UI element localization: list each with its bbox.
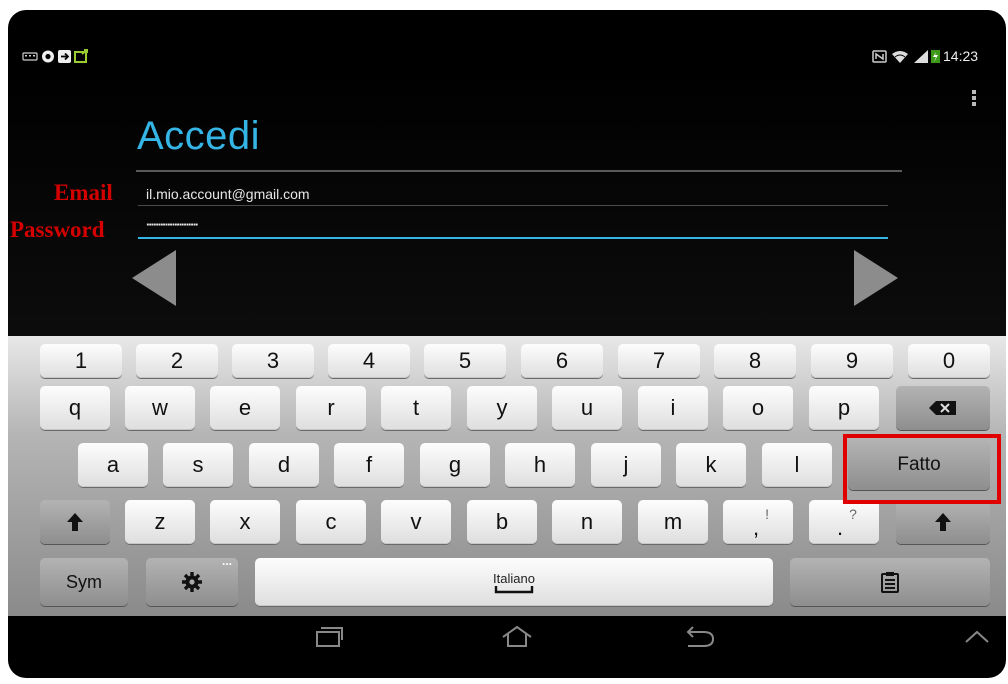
key-9[interactable]: 9 (811, 344, 893, 378)
email-field[interactable]: il.mio.account@gmail.com (146, 186, 310, 202)
back-icon[interactable] (682, 626, 716, 648)
backspace-key[interactable] (896, 386, 990, 430)
wifi-icon (892, 51, 908, 63)
title-divider (136, 170, 902, 172)
key-7[interactable]: 7 (618, 344, 700, 378)
key-w[interactable]: w (125, 386, 195, 430)
overflow-menu-icon[interactable] (970, 88, 978, 108)
prev-arrow-icon[interactable] (130, 248, 178, 308)
shift-right-key[interactable] (896, 500, 990, 544)
sync-notification-icon (58, 50, 71, 63)
clock: 14:23 (943, 48, 979, 64)
signal-icon (914, 50, 928, 63)
key-6[interactable]: 6 (521, 344, 603, 378)
password-field[interactable]: ······················ (146, 217, 199, 232)
key-comma-alt: ! (765, 506, 769, 522)
key-1[interactable]: 1 (40, 344, 122, 378)
key-g[interactable]: g (420, 443, 490, 487)
page-title: Accedi (137, 114, 261, 158)
key-m[interactable]: m (638, 500, 708, 544)
screen-share-notification-icon (74, 49, 88, 63)
space-key[interactable]: Italiano (255, 558, 773, 606)
status-bar: 14:23 (8, 44, 1006, 68)
sym-key[interactable]: Sym (40, 558, 128, 606)
backspace-icon (929, 401, 956, 415)
settings-key[interactable]: ... (146, 554, 238, 606)
eye-notification-icon (42, 50, 54, 63)
home-icon[interactable] (500, 624, 534, 650)
battery-icon (931, 50, 940, 63)
key-period[interactable]: . ? (809, 500, 879, 544)
key-o[interactable]: o (723, 386, 793, 430)
key-e[interactable]: e (210, 386, 280, 430)
clipboard-key[interactable] (790, 558, 990, 606)
key-r[interactable]: r (296, 386, 366, 430)
key-v[interactable]: v (381, 500, 451, 544)
key-i[interactable]: i (638, 386, 708, 430)
key-8[interactable]: 8 (714, 344, 796, 378)
key-h[interactable]: h (505, 443, 575, 487)
key-b[interactable]: b (467, 500, 537, 544)
space-bar-icon (494, 585, 534, 593)
clipboard-icon (881, 572, 899, 593)
key-comma[interactable]: , ! (723, 500, 793, 544)
key-period-alt: ? (849, 506, 857, 522)
key-u[interactable]: u (552, 386, 622, 430)
key-l[interactable]: l (762, 443, 832, 487)
key-p[interactable]: p (809, 386, 879, 430)
key-comma-main: , (752, 515, 760, 540)
shift-arrow-icon (935, 513, 951, 531)
password-underline (138, 237, 888, 239)
key-n[interactable]: n (552, 500, 622, 544)
done-highlight-box (843, 434, 1001, 504)
shift-left-key[interactable] (40, 500, 110, 544)
key-4[interactable]: 4 (328, 344, 410, 378)
email-annotation: Email (54, 180, 113, 205)
key-k[interactable]: k (676, 443, 746, 487)
key-a[interactable]: a (78, 443, 148, 487)
recent-apps-icon[interactable] (314, 624, 344, 648)
collapse-chevron-icon[interactable] (964, 630, 990, 644)
space-language-label: Italiano (493, 570, 535, 586)
key-y[interactable]: y (467, 386, 537, 430)
key-period-main: . (837, 515, 844, 540)
email-underline (138, 205, 888, 206)
key-f[interactable]: f (334, 443, 404, 487)
key-t[interactable]: t (381, 386, 451, 430)
key-q[interactable]: q (40, 386, 110, 430)
navigation-bar (8, 618, 1006, 658)
key-x[interactable]: x (210, 500, 280, 544)
key-2[interactable]: 2 (136, 344, 218, 378)
key-0[interactable]: 0 (908, 344, 990, 378)
key-z[interactable]: z (125, 500, 195, 544)
next-arrow-icon[interactable] (852, 248, 900, 308)
key-c[interactable]: c (296, 500, 366, 544)
key-d[interactable]: d (249, 443, 319, 487)
key-s[interactable]: s (163, 443, 233, 487)
gear-icon (182, 572, 202, 592)
keyboard-notification-icon (22, 52, 38, 61)
nfc-icon (872, 50, 887, 63)
key-5[interactable]: 5 (424, 344, 506, 378)
key-j[interactable]: j (591, 443, 661, 487)
shift-arrow-icon (67, 513, 83, 531)
more-dots: ... (221, 554, 232, 568)
password-annotation: Password (10, 217, 105, 242)
key-3[interactable]: 3 (232, 344, 314, 378)
